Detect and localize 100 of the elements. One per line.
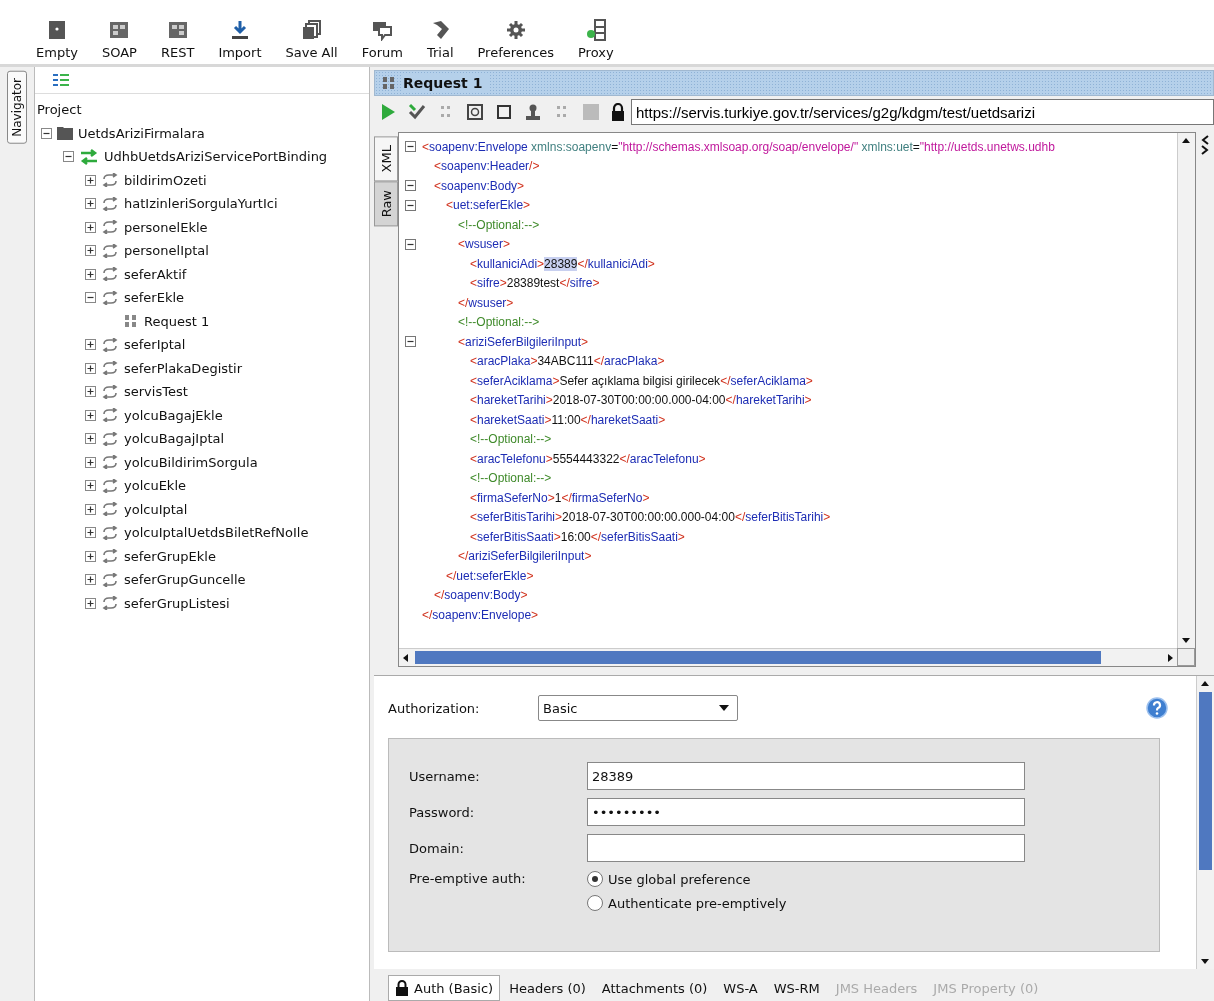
tree-item[interactable]: seferGrupListesi: [124, 595, 230, 611]
tree-item[interactable]: UetdsAriziFirmalara: [78, 125, 205, 141]
collapse-toggle[interactable]: [41, 127, 52, 139]
xml-line: <wsuser>: [458, 237, 511, 252]
expand-toggle[interactable]: [85, 409, 96, 421]
scroll-left-icon[interactable]: [401, 651, 411, 664]
soap-project-icon: [108, 19, 131, 41]
url-field[interactable]: https://servis.turkiye.gov.tr/services/g2g/kdgm/test/uetdsarizi: [631, 99, 1214, 125]
tree-item[interactable]: yolcuIptalUetdsBiletRefNoIle: [124, 525, 309, 541]
check-icon[interactable]: [407, 102, 427, 122]
expand-toggle[interactable]: [85, 527, 96, 539]
list-icon[interactable]: [53, 74, 69, 86]
toolbar-button[interactable]: Empty: [24, 19, 90, 64]
tree-item[interactable]: seferIptal: [124, 337, 186, 353]
refresh-icon[interactable]: [465, 102, 485, 122]
editor-tab[interactable]: XML: [374, 136, 398, 182]
expand-toggle[interactable]: [85, 433, 96, 445]
toolbar-button[interactable]: Preferences: [465, 19, 566, 64]
fold-toggle[interactable]: [405, 199, 416, 211]
collapse-toggle[interactable]: [85, 292, 96, 304]
collapse-arrows-icon[interactable]: [1200, 134, 1210, 156]
field-label: Pre-emptive auth:: [409, 871, 527, 886]
radio-option[interactable]: Authenticate pre-emptively: [587, 895, 787, 911]
expand-toggle[interactable]: [85, 480, 96, 492]
tree-item[interactable]: seferEkle: [124, 290, 185, 306]
expand-toggle[interactable]: [85, 574, 96, 586]
lock-icon: [395, 980, 409, 996]
expand-toggle[interactable]: [85, 268, 96, 280]
input-field[interactable]: 28389: [587, 762, 1025, 790]
input-field[interactable]: •••••••••: [587, 798, 1025, 826]
authorization-dropdown[interactable]: Basic: [538, 695, 738, 721]
xml-line: <seferAciklama>Sefer açıklama bilgisi girilecek</seferAciklama>: [470, 373, 813, 388]
toolbar-button[interactable]: Proxy: [565, 19, 626, 64]
expand-toggle[interactable]: [85, 503, 96, 515]
tree-item[interactable]: yolcuBagajIptal: [124, 431, 225, 447]
tree-item[interactable]: seferAktif: [124, 266, 187, 282]
xml-line: </soapenv:Envelope>: [422, 607, 539, 622]
fold-toggle[interactable]: [405, 238, 416, 250]
xml-line: <sifre>28389test</sifre>: [470, 276, 600, 291]
cycle-icon: [101, 243, 119, 258]
gear-icon: [504, 19, 527, 41]
tree-item[interactable]: Project: [37, 102, 82, 118]
expand-toggle[interactable]: [85, 362, 96, 374]
expand-toggle[interactable]: [85, 456, 96, 468]
tree-item[interactable]: hatIzinleriSorgulaYurtIci: [124, 196, 278, 212]
square-icon[interactable]: [494, 102, 514, 122]
input-field[interactable]: [587, 834, 1025, 862]
tree-item[interactable]: yolcuBildirimSorgula: [124, 454, 258, 470]
tree-item[interactable]: yolcuEkle: [124, 478, 186, 494]
expand-toggle[interactable]: [85, 597, 96, 609]
toolbar-button[interactable]: SOAP: [89, 19, 149, 64]
tab[interactable]: WS-A: [716, 976, 765, 1001]
scroll-right-icon[interactable]: [1165, 651, 1175, 664]
tree-item[interactable]: seferPlakaDegistir: [124, 360, 243, 376]
horizontal-scrollbar[interactable]: [399, 648, 1177, 666]
navigator-tab[interactable]: Navigator: [7, 71, 27, 144]
tree-item[interactable]: Request 1: [144, 313, 210, 329]
toolbar-button[interactable]: REST: [148, 19, 207, 64]
cycle-icon: [101, 384, 119, 399]
fold-toggle[interactable]: [405, 141, 416, 153]
fold-toggle[interactable]: [405, 336, 416, 348]
expand-toggle[interactable]: [85, 550, 96, 562]
tab[interactable]: Attachments (0): [594, 976, 715, 1001]
expand-toggle[interactable]: [85, 198, 96, 210]
toolbar-button[interactable]: Import: [206, 19, 274, 64]
collapse-toggle[interactable]: [63, 151, 74, 163]
expand-toggle[interactable]: [85, 339, 96, 351]
tree-item[interactable]: yolcuIptal: [124, 501, 188, 517]
vertical-scrollbar[interactable]: [1196, 676, 1214, 969]
tree-item[interactable]: personelEkle: [124, 219, 208, 235]
xml-line: <!--Optional:-->: [458, 315, 540, 330]
expand-toggle[interactable]: [85, 245, 96, 257]
tree-item[interactable]: yolcuBagajEkle: [124, 407, 223, 423]
tab[interactable]: WS-RM: [766, 976, 827, 1001]
toolbar-button[interactable]: Save All: [273, 19, 350, 64]
cycle-icon: [101, 408, 119, 423]
expand-toggle[interactable]: [85, 221, 96, 233]
tab[interactable]: Headers (0): [502, 976, 593, 1001]
xml-line: <aracPlaka>34ABC111</aracPlaka>: [470, 354, 665, 369]
fold-toggle[interactable]: [405, 180, 416, 192]
help-icon[interactable]: [1146, 697, 1168, 719]
radio-option[interactable]: Use global preference: [587, 871, 787, 887]
tab[interactable]: Auth (Basic): [388, 975, 501, 1001]
xml-line: <firmaSeferNo>1</firmaSeferNo>: [470, 490, 650, 505]
xml-line: <soapenv:Header/>: [434, 159, 540, 174]
editor-tab[interactable]: Raw: [374, 181, 398, 227]
tree-item[interactable]: personelIptal: [124, 243, 209, 259]
expand-toggle[interactable]: [85, 386, 96, 398]
tree-item[interactable]: bildirimOzeti: [124, 172, 207, 188]
tree-item[interactable]: UdhbUetdsAriziServicePortBinding: [104, 149, 328, 165]
toolbar-button[interactable]: Forum: [349, 19, 415, 64]
tree-item[interactable]: servisTest: [124, 384, 188, 400]
cycle-icon: [101, 549, 119, 564]
expand-toggle[interactable]: [85, 174, 96, 186]
tree-item[interactable]: seferGrupGuncelle: [124, 572, 246, 588]
stamp-icon[interactable]: [523, 102, 543, 122]
xml-editor[interactable]: [398, 132, 1196, 667]
tree-item[interactable]: seferGrupEkle: [124, 548, 216, 564]
vertical-scrollbar[interactable]: [1177, 133, 1195, 648]
toolbar-button[interactable]: Trial: [414, 19, 466, 64]
